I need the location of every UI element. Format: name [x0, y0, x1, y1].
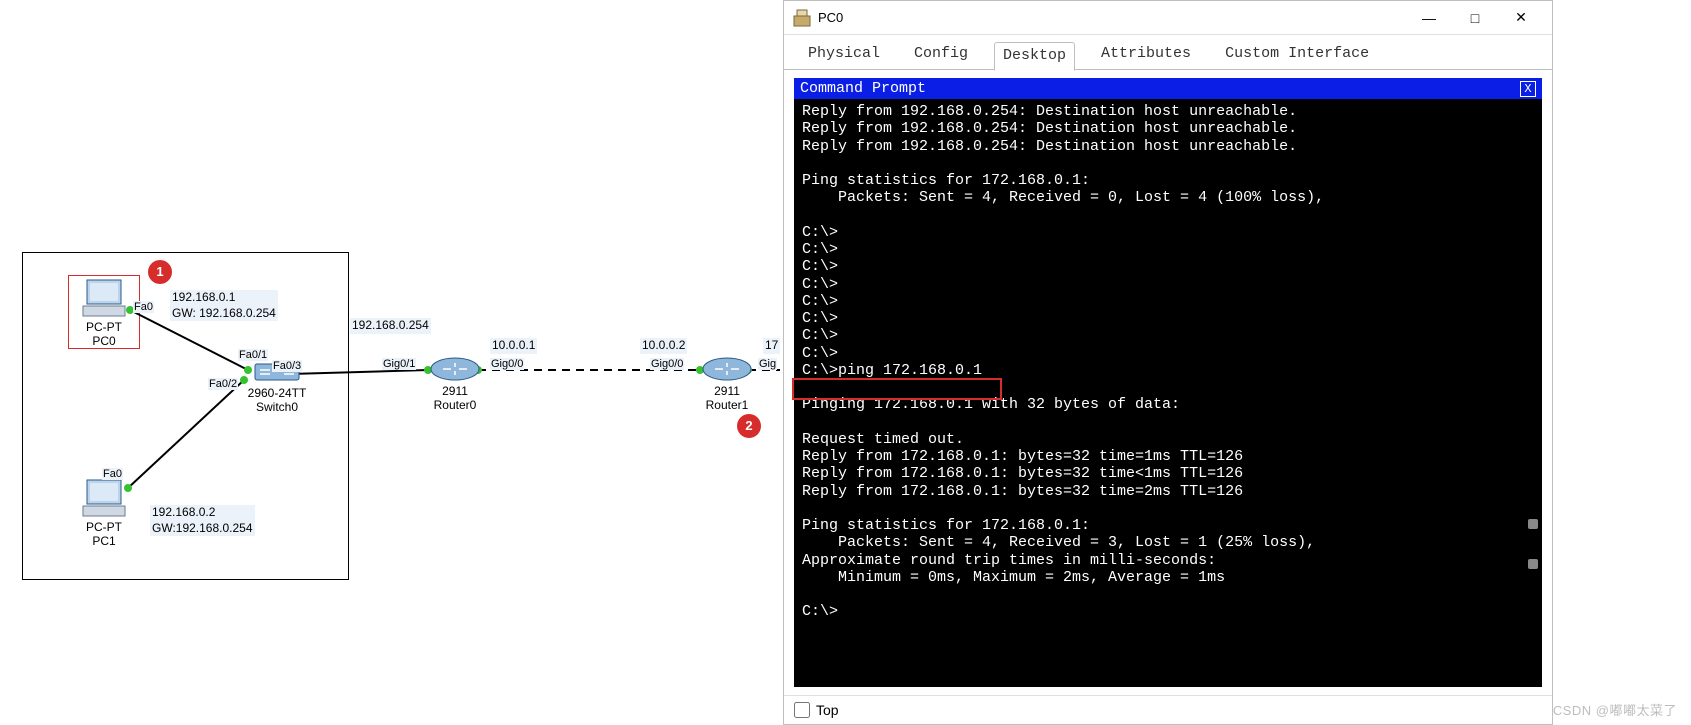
tab-custom-interface[interactable]: Custom Interface [1217, 41, 1377, 70]
pc0-name-label: PC0 [72, 334, 136, 348]
device-pc1[interactable]: PC-PT PC1 [72, 478, 136, 549]
r1-type-label: 2911 [692, 384, 762, 398]
minimize-button[interactable]: — [1406, 3, 1452, 33]
r0-port-gig00: Gig0/0 [490, 358, 524, 370]
r1-port-gig00: Gig0/0 [650, 358, 684, 370]
r0-name-label: Router0 [420, 398, 490, 412]
tab-physical[interactable]: Physical [800, 41, 888, 70]
r0-lan-ip: 192.168.0.254 [350, 318, 431, 334]
pc1-ip-note: 192.168.0.2GW:192.168.0.254 [150, 505, 255, 536]
pc1-name-label: PC1 [72, 534, 136, 548]
pc0-type-label: PC-PT [72, 320, 136, 334]
watermark: CSDN @嘟嘟太菜了 [1553, 700, 1677, 719]
r0-port-gig01: Gig0/1 [382, 358, 416, 370]
sw0-name-label: Switch0 [232, 400, 322, 414]
r1-name-label: Router1 [692, 398, 762, 412]
terminal-scrollbar-thumb[interactable] [1528, 519, 1538, 529]
r1-lan-ip-cut: 17 [763, 338, 780, 354]
router-icon [429, 356, 481, 382]
device-router1[interactable]: 2911 Router1 [692, 356, 762, 413]
tab-attributes[interactable]: Attributes [1093, 41, 1199, 70]
r1-wan-ip: 10.0.0.2 [640, 338, 687, 354]
pc-icon [81, 478, 127, 518]
top-label: Top [816, 702, 839, 718]
close-button[interactable]: ✕ [1498, 3, 1544, 33]
terminal-scrollbar-thumb[interactable] [1528, 559, 1538, 569]
r1-port-gig-cut: Gig [758, 358, 777, 370]
pc-icon [81, 278, 127, 318]
desktop-body: Command Prompt X Reply from 192.168.0.25… [784, 70, 1552, 695]
tab-desktop[interactable]: Desktop [994, 42, 1075, 71]
pc1-type-label: PC-PT [72, 520, 136, 534]
sw0-port-fa03: Fa0/3 [272, 360, 302, 372]
titlebar[interactable]: PC0 — □ ✕ [784, 1, 1552, 35]
callout-2: 2 [737, 414, 761, 438]
sw0-port-fa01: Fa0/1 [238, 349, 268, 361]
router-icon [701, 356, 753, 382]
sw0-port-fa02: Fa0/2 [208, 378, 238, 390]
device-pc0[interactable]: PC-PT PC0 [72, 278, 136, 349]
callout-1: 1 [148, 260, 172, 284]
tab-strip: Physical Config Desktop Attributes Custo… [784, 35, 1552, 70]
window-footer: Top [784, 695, 1552, 724]
command-prompt-close-icon[interactable]: X [1520, 81, 1536, 97]
app-icon [792, 8, 812, 28]
pc0-ip-note: 192.168.0.1GW: 192.168.0.254 [170, 290, 278, 321]
pc1-port-fa0: Fa0 [102, 468, 123, 480]
device-router0[interactable]: 2911 Router0 [420, 356, 490, 413]
top-checkbox[interactable] [794, 702, 810, 718]
command-prompt-header[interactable]: Command Prompt X [794, 78, 1542, 99]
network-canvas[interactable]: 1 2 PC-PT PC0 Fa0 192.168.0.1GW: 192.168… [0, 0, 780, 725]
tab-config[interactable]: Config [906, 41, 976, 70]
maximize-button[interactable]: □ [1452, 3, 1498, 33]
sw0-type-label: 2960-24TT [232, 386, 322, 400]
terminal[interactable]: Reply from 192.168.0.254: Destination ho… [794, 99, 1542, 687]
pc0-window: PC0 — □ ✕ Physical Config Desktop Attrib… [783, 0, 1553, 725]
pc0-port-fa0: Fa0 [133, 301, 154, 313]
window-title: PC0 [818, 10, 1406, 25]
r0-wan-ip: 10.0.0.1 [490, 338, 537, 354]
r0-type-label: 2911 [420, 384, 490, 398]
command-prompt-title: Command Prompt [800, 80, 926, 97]
